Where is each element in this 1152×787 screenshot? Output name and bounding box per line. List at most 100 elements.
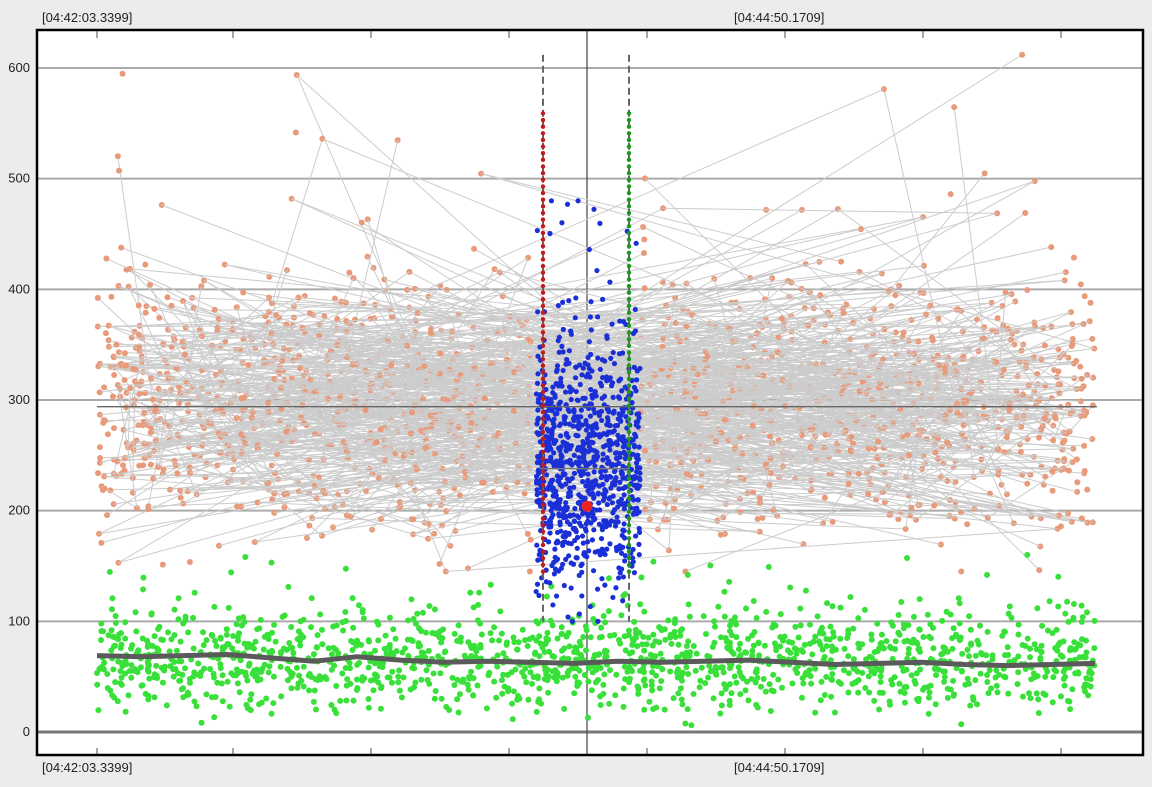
blue-point (548, 198, 555, 204)
orange-point (929, 337, 936, 344)
orange-point (346, 269, 353, 276)
red-marker-point (540, 131, 546, 136)
orange-point (931, 502, 938, 509)
red-marker-point (540, 230, 546, 236)
green-point (904, 637, 911, 644)
green-point (808, 680, 815, 687)
green-point (799, 675, 806, 682)
blue-point (574, 555, 580, 561)
blue-point (549, 504, 556, 511)
orange-point (1081, 293, 1088, 300)
blue-point (613, 474, 619, 481)
green-marker-point (626, 356, 632, 362)
green-point (1002, 674, 1009, 681)
green-point (418, 676, 425, 683)
orange-point (306, 310, 313, 317)
green-point (703, 631, 710, 637)
green-point (493, 694, 500, 701)
green-point (883, 638, 890, 645)
red-marker-point (540, 317, 546, 322)
orange-point (1065, 467, 1072, 474)
green-point (592, 679, 599, 686)
green-point (829, 603, 836, 610)
green-point (823, 643, 830, 650)
green-point (717, 710, 724, 717)
orange-point (875, 438, 882, 445)
orange-point (408, 409, 415, 416)
orange-point (1019, 51, 1026, 58)
blue-point (566, 384, 573, 390)
orange-point (114, 153, 121, 160)
blue-point (596, 500, 602, 506)
blue-point (547, 434, 553, 440)
blue-point (570, 561, 577, 567)
orange-point (640, 250, 647, 257)
orange-point (840, 310, 847, 317)
blue-point (609, 481, 616, 488)
red-marker-point (540, 483, 546, 488)
green-point (892, 638, 899, 645)
green-point (297, 618, 304, 625)
blue-point (633, 506, 639, 512)
green-point (865, 673, 872, 680)
green-point (277, 650, 284, 657)
green-point (1061, 682, 1068, 689)
green-point (977, 622, 984, 629)
red-marker-point (540, 449, 546, 455)
blue-point (592, 463, 598, 469)
blue-point (559, 343, 565, 349)
green-point (721, 681, 728, 688)
blue-point (633, 388, 639, 394)
green-point (597, 693, 604, 700)
green-point (443, 703, 450, 710)
blue-point (582, 403, 588, 409)
green-point (761, 642, 768, 649)
blue-point (573, 364, 579, 370)
green-point (118, 641, 125, 648)
green-point (108, 627, 115, 634)
green-point (874, 620, 881, 627)
green-point (494, 652, 501, 659)
green-point (643, 641, 650, 648)
green-point (888, 619, 895, 626)
blue-point (553, 458, 560, 464)
blue-point (547, 458, 553, 464)
green-point (908, 672, 915, 679)
orange-point (342, 299, 349, 306)
green-point (645, 634, 652, 641)
blue-point (600, 444, 607, 450)
green-point (574, 679, 581, 686)
green-point (978, 650, 985, 657)
blue-point (571, 452, 577, 458)
green-marker-point (626, 290, 632, 295)
green-point (1055, 642, 1062, 649)
red-marker-point (540, 290, 546, 295)
blue-point (613, 462, 619, 468)
green-point (958, 667, 965, 674)
red-marker-point (540, 164, 546, 169)
green-marker-point (626, 336, 632, 342)
green-point (179, 671, 186, 678)
green-point (1033, 690, 1040, 697)
blue-point (584, 539, 591, 545)
green-point (483, 705, 490, 712)
green-point (650, 558, 657, 565)
scatter-plot[interactable]: 0100200300400500600 (0, 0, 1152, 787)
green-point (688, 722, 695, 729)
blue-point (558, 528, 564, 534)
green-point (789, 680, 796, 687)
green-point (821, 653, 828, 660)
blue-point (602, 582, 608, 588)
red-marker-point (540, 270, 546, 275)
blue-point (585, 371, 591, 377)
green-point (677, 685, 684, 692)
blue-point (578, 407, 584, 413)
green-point (974, 701, 981, 708)
orange-point (1041, 342, 1048, 349)
blue-point (571, 518, 577, 524)
green-point (249, 670, 256, 677)
green-point (133, 628, 140, 635)
green-point (1078, 618, 1085, 625)
orange-point (298, 414, 305, 421)
blue-point (568, 585, 574, 591)
